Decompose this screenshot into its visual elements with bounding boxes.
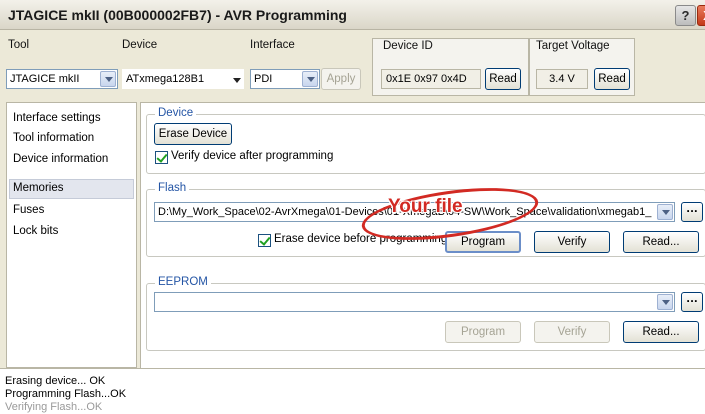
annotation-your-file: Your file — [388, 196, 463, 217]
erase-device-button[interactable]: Erase Device — [154, 123, 232, 145]
sidebar-nav: Interface settings Tool information Devi… — [6, 102, 137, 368]
verify-after-programming-checkbox[interactable] — [155, 151, 168, 164]
status-line: Programming Flash...OK — [5, 388, 127, 400]
sidebar-item-memories[interactable]: Memories — [13, 182, 63, 194]
target-voltage-field: 3.4 V — [536, 69, 588, 89]
chevron-down-icon[interactable] — [233, 78, 241, 83]
verify-after-programming-label: Verify device after programming — [171, 150, 334, 162]
flash-verify-button[interactable]: Verify — [534, 231, 610, 253]
sidebar-item-interface-settings[interactable]: Interface settings — [13, 112, 101, 124]
help-button[interactable]: ? — [675, 5, 696, 26]
eeprom-program-button[interactable]: Program — [445, 321, 521, 343]
eeprom-group-title: EEPROM — [155, 276, 211, 288]
apply-button[interactable]: Apply — [321, 68, 361, 90]
flash-browse-button[interactable]: ... — [681, 202, 703, 222]
device-group-title: Device — [155, 107, 197, 119]
interface-select-value: PDI — [254, 73, 273, 85]
device-group: Device Erase Device Verify device after … — [146, 107, 705, 174]
device-select-value: ATxmega128B1 — [126, 73, 205, 85]
device-select[interactable]: ATxmega128B1 — [122, 69, 244, 89]
sidebar-item-fuses[interactable]: Fuses — [13, 204, 44, 216]
read-device-id-button[interactable]: Read — [485, 68, 521, 90]
status-line: Erasing device... OK — [5, 375, 106, 387]
eeprom-browse-button[interactable]: ... — [681, 292, 703, 312]
chevron-down-icon[interactable] — [657, 204, 673, 220]
device-id-field: 0x1E 0x97 0x4D — [381, 69, 481, 89]
eeprom-file-combo[interactable] — [154, 292, 675, 312]
status-line: Verifying Flash...OK — [5, 401, 103, 413]
device-id-box: Device ID 0x1E 0x97 0x4D Read — [372, 38, 529, 96]
close-button[interactable]: X — [697, 5, 705, 26]
title-bar[interactable]: JTAGICE mkII (00B000002FB7) - AVR Progra… — [0, 0, 705, 30]
sidebar-item-lock-bits[interactable]: Lock bits — [13, 225, 58, 237]
window-title: JTAGICE mkII (00B000002FB7) - AVR Progra… — [8, 7, 347, 23]
tool-select-value: JTAGICE mkII — [10, 73, 80, 85]
device-id-label: Device ID — [383, 40, 433, 52]
eeprom-verify-button[interactable]: Verify — [534, 321, 610, 343]
target-voltage-label: Target Voltage — [536, 40, 610, 52]
sidebar-item-device-information[interactable]: Device information — [13, 153, 108, 165]
device-label: Device — [122, 39, 158, 51]
chevron-down-icon[interactable] — [302, 71, 318, 87]
target-voltage-box: Target Voltage 3.4 V Read — [529, 38, 635, 96]
status-log: Erasing device... OK Programming Flash..… — [0, 368, 705, 414]
sidebar-item-tool-information[interactable]: Tool information — [13, 132, 94, 144]
eeprom-read-button[interactable]: Read... — [623, 321, 699, 343]
chevron-down-icon[interactable] — [657, 294, 673, 310]
flash-read-button[interactable]: Read... — [623, 231, 699, 253]
avr-programming-window: JTAGICE mkII (00B000002FB7) - AVR Progra… — [0, 0, 705, 414]
tool-select[interactable]: JTAGICE mkII — [6, 69, 118, 89]
chevron-down-icon[interactable] — [100, 71, 116, 87]
eeprom-group: EEPROM ... Program Verify Read... — [146, 276, 705, 351]
flash-group-title: Flash — [155, 182, 190, 194]
read-voltage-button[interactable]: Read — [594, 68, 630, 90]
tool-label: Tool — [8, 39, 30, 51]
connection-header: Tool JTAGICE mkII Device ATxmega128B1 In… — [0, 30, 705, 102]
erase-before-programming-checkbox[interactable] — [258, 234, 271, 247]
interface-select[interactable]: PDI — [250, 69, 320, 89]
interface-label: Interface — [250, 39, 295, 51]
